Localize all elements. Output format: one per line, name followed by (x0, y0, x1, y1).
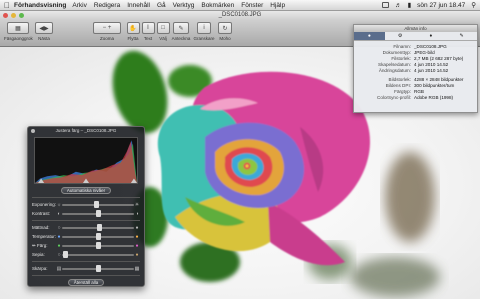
tint-slider-row: ✏ Färg: ● ● (28, 241, 144, 250)
text-tool-button[interactable]: I Text (141, 22, 155, 41)
contrast-slider-row: Kontrast: ◐ ◑ (32, 210, 139, 217)
menu-innehall[interactable]: Innehåll (127, 2, 150, 9)
slider-knob[interactable] (95, 233, 101, 240)
divider (32, 220, 140, 221)
spotlight-icon[interactable]: ⚲ (471, 1, 476, 9)
menu-bokmarken[interactable]: Bokmärken (201, 2, 234, 9)
tint-label: Färg: (37, 242, 48, 248)
inspector-button[interactable]: i Granskare (193, 22, 215, 41)
sepia-slider-row: Sepia: ○ ● (32, 251, 139, 258)
close-button[interactable] (3, 13, 8, 18)
high-contrast-icon: ◑ (135, 210, 139, 217)
zoom-button[interactable] (19, 13, 24, 18)
volume-icon[interactable]: ♬ (395, 2, 402, 9)
sidebar-icon: ▦ (7, 22, 29, 34)
tab-more-info[interactable]: ⚙ (385, 32, 416, 40)
magenta-icon: ● (135, 242, 139, 249)
adjust-panel-header: Justera färg – _DSC0108.JPG (28, 127, 144, 135)
divider (32, 197, 140, 198)
slider-knob[interactable] (95, 265, 101, 272)
menu-hjalp[interactable]: Hjälp (270, 2, 285, 9)
apple-menu-icon[interactable]:  (0, 0, 14, 11)
info-inspector-panel[interactable]: Allmän info ● ⚙ ♦ ✎ Filnamn: _DSC0108.JPG… (353, 24, 478, 113)
slider-knob[interactable] (96, 224, 102, 231)
warm-icon: ● (135, 233, 139, 240)
sidebar-button[interactable]: ▦ Fäsgaonggrok (4, 22, 33, 41)
tab-general-info[interactable]: ● (354, 32, 385, 40)
bright-sun-icon: ☀ (134, 201, 140, 208)
sharp-icon: ▦ (134, 265, 140, 272)
info-panel-header: Allmän info (354, 25, 477, 32)
saturation-slider-row: Mättnad: ○ ● (32, 224, 139, 231)
exposure-slider[interactable] (62, 201, 134, 208)
select-tool-button[interactable]: □ Välj (156, 22, 170, 41)
info-row: ColorSync-profil: Adobe RGB (1998) (377, 95, 454, 101)
info-row: Ändringsdatum: 4 jun 2010 14.52 (378, 67, 449, 73)
temperature-slider-row: Temperatur: ● ● (32, 233, 139, 240)
info-tabs: ● ⚙ ♦ ✎ (354, 32, 477, 41)
adjust-panel-title: Justera färg – _DSC0108.JPG (55, 128, 117, 133)
saturation-slider[interactable] (62, 224, 134, 231)
slider-knob[interactable] (94, 201, 100, 208)
info-icon: i (197, 22, 211, 34)
slider-knob[interactable] (63, 251, 69, 258)
contrast-slider[interactable] (62, 210, 134, 217)
tab-annotations[interactable]: ✎ (446, 32, 477, 40)
tint-slider[interactable] (62, 242, 134, 249)
pen-icon: ✎ (173, 22, 189, 34)
sepia-high-icon: ● (135, 251, 139, 258)
histogram[interactable] (34, 137, 138, 184)
hand-icon: ✋ (126, 22, 140, 34)
minimize-button[interactable] (11, 13, 16, 18)
color-circle-icon: ● (135, 224, 139, 231)
menu-verktyg[interactable]: Verktyg (173, 2, 195, 9)
tag-icon: ♦ (429, 33, 433, 39)
menu-ga[interactable]: Gå (157, 2, 166, 9)
divider (32, 275, 140, 276)
pencil-icon: ✎ (459, 33, 464, 39)
eyedropper-icon[interactable]: ✏ (32, 243, 36, 248)
magnifier-icon: − + (93, 22, 121, 34)
move-tool-button[interactable]: ✋ Flytta (126, 22, 140, 41)
preview-window: _DSC0108.JPG ▦ Fäsgaonggrok ◀▶ Nästa − +… (0, 11, 480, 299)
battery-icon[interactable]: ▮ (408, 1, 412, 9)
gear-icon: ⚙ (397, 33, 403, 39)
sharpness-slider-row: Skärpa: ▤ ▦ (32, 265, 140, 272)
tab-keywords[interactable]: ♦ (416, 32, 447, 40)
divider (32, 261, 140, 262)
selection-icon: □ (156, 22, 170, 34)
close-icon[interactable] (31, 129, 35, 133)
slider-knob[interactable] (95, 210, 101, 217)
exposure-slider-row: Exponering: ☼ ☀ (32, 201, 140, 208)
window-titlebar: _DSC0108.JPG (0, 11, 480, 20)
sharpness-slider[interactable] (62, 265, 134, 272)
reset-all-button[interactable]: Återställ alla (67, 279, 105, 286)
menu-bar:  Förhandsvisning Arkiv Redigera Innehål… (0, 0, 480, 11)
annotate-button[interactable]: ✎ Anteckna (171, 22, 191, 41)
menu-arkiv[interactable]: Arkiv (72, 2, 86, 9)
temperature-slider[interactable] (62, 233, 134, 240)
clock-text[interactable]: sön 27 jun 18.47 (417, 2, 465, 9)
arrow-icon: ◀▶ (35, 22, 53, 34)
info-circle-icon: ● (367, 33, 371, 39)
rotate-icon: ↻ (218, 22, 232, 34)
adjust-color-panel[interactable]: Justera färg – _DSC0108.JPG Automatiska … (27, 126, 145, 287)
menu-redigera[interactable]: Redigera (94, 2, 120, 9)
histogram-graph (35, 140, 137, 183)
slider-knob[interactable] (95, 242, 101, 249)
menu-fonster[interactable]: Fönster (241, 2, 263, 9)
menu-app-name[interactable]: Förhandsvisning (14, 2, 66, 9)
window-title: _DSC0108.JPG (218, 12, 262, 18)
zoom-tool-button[interactable]: − + Zooma (92, 22, 122, 41)
display-icon[interactable] (382, 2, 390, 8)
rotate-button[interactable]: ↻ Moho (217, 22, 233, 41)
sepia-slider[interactable] (62, 251, 134, 258)
auto-levels-button[interactable]: Automatiska nivåer (60, 187, 112, 194)
next-button[interactable]: ◀▶ Nästa (34, 22, 54, 41)
text-cursor-icon: I (141, 22, 155, 34)
